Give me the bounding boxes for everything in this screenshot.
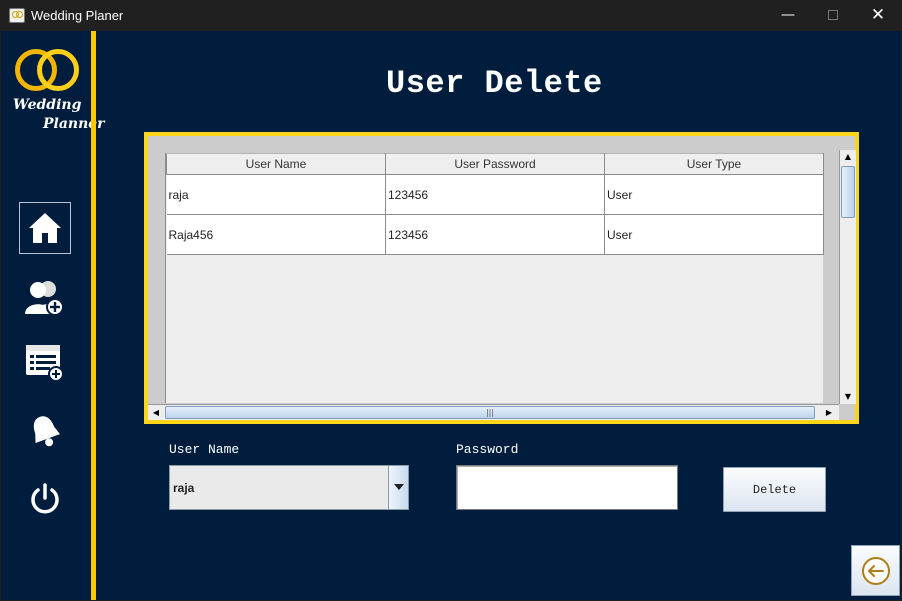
users-table-panel: User Name User Password User Type raja 1… — [144, 132, 859, 424]
table-row[interactable]: Raja456 123456 User — [166, 214, 824, 255]
scroll-up-icon[interactable]: ▲ — [840, 150, 856, 164]
main-window: Wedding Planner User Delete User Name Us… — [1, 31, 901, 600]
window-title: Wedding Planer — [31, 8, 124, 23]
maximize-button[interactable] — [810, 0, 856, 31]
chevron-down-icon[interactable] — [388, 466, 408, 509]
horizontal-scrollbar[interactable]: ◀ ||| ▶ — [148, 404, 839, 420]
table-row[interactable]: raja 123456 User — [166, 174, 824, 215]
sidebar-item-logout[interactable] — [19, 473, 71, 525]
password-field[interactable] — [456, 465, 678, 510]
scroll-down-icon[interactable]: ▼ — [840, 390, 856, 404]
page-title: User Delete — [386, 65, 603, 102]
sidebar-item-add-list[interactable] — [19, 337, 71, 389]
wedding-planner-logo: Wedding Planner — [13, 47, 105, 137]
user-name-dropdown[interactable]: raja — [169, 465, 409, 510]
home-icon — [29, 213, 61, 243]
minimize-button[interactable]: — — [765, 0, 811, 31]
back-button[interactable] — [851, 545, 900, 596]
cell-user-name[interactable]: Raja456 — [166, 214, 386, 255]
column-header-user-type[interactable]: User Type — [604, 153, 824, 175]
logo-text-line1: Wedding — [13, 97, 82, 113]
cell-user-password[interactable]: 123456 — [385, 174, 605, 215]
sidebar-item-notifications[interactable] — [19, 405, 71, 457]
sidebar-item-home[interactable] — [19, 202, 71, 254]
cell-user-name[interactable]: raja — [166, 174, 386, 215]
password-label: Password — [456, 442, 519, 457]
table-header-row: User Name User Password User Type — [166, 153, 824, 175]
back-arrow-icon — [861, 556, 890, 585]
app-icon — [9, 8, 25, 23]
sidebar: Wedding Planner — [1, 31, 105, 600]
table-viewport: User Name User Password User Type raja 1… — [165, 153, 824, 403]
delete-button[interactable]: Delete — [723, 467, 826, 512]
bell-icon — [33, 416, 60, 447]
cell-user-password[interactable]: 123456 — [385, 214, 605, 255]
close-button[interactable]: ✕ — [855, 0, 901, 31]
power-icon — [31, 483, 59, 514]
scroll-left-icon[interactable]: ◀ — [149, 405, 163, 420]
maximize-icon — [828, 10, 838, 20]
column-header-user-name[interactable]: User Name — [166, 153, 386, 175]
users-table: User Name User Password User Type raja 1… — [166, 153, 824, 255]
cell-user-type[interactable]: User — [604, 214, 824, 255]
user-name-selected-value: raja — [173, 481, 195, 495]
vertical-scrollbar[interactable]: ▲ ▼ — [839, 150, 856, 404]
sidebar-item-add-user[interactable] — [19, 272, 71, 324]
add-user-icon — [25, 281, 64, 316]
column-header-user-password[interactable]: User Password — [385, 153, 605, 175]
cell-user-type[interactable]: User — [604, 174, 824, 215]
user-name-label: User Name — [169, 442, 240, 457]
horizontal-scroll-thumb[interactable]: ||| — [165, 406, 815, 419]
sidebar-divider — [91, 31, 96, 600]
add-list-icon — [26, 345, 64, 382]
ring-icon — [37, 49, 79, 91]
window-title-bar: Wedding Planer — ✕ — [0, 0, 902, 31]
vertical-scroll-thumb[interactable] — [841, 166, 855, 218]
scroll-right-icon[interactable]: ▶ — [822, 405, 836, 420]
